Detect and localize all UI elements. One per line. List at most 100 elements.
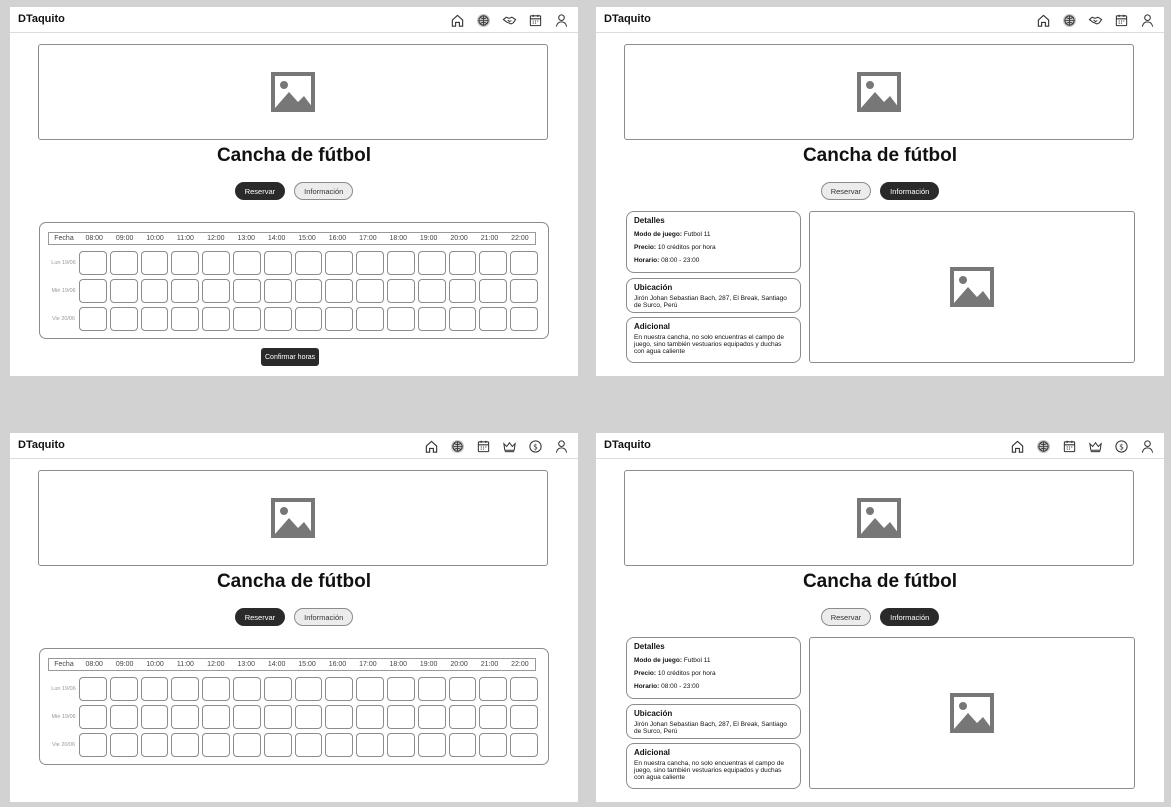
- time-slot[interactable]: [171, 732, 200, 757]
- time-slot[interactable]: [325, 250, 354, 275]
- time-slot[interactable]: [79, 250, 107, 275]
- time-slot[interactable]: [479, 278, 508, 303]
- time-slot[interactable]: [479, 306, 508, 331]
- time-slot[interactable]: [356, 306, 385, 331]
- time-slot[interactable]: [448, 278, 477, 303]
- time-slot[interactable]: [233, 676, 261, 701]
- brand-logo[interactable]: DTaquito: [604, 13, 651, 25]
- time-slot[interactable]: [79, 676, 107, 701]
- home-icon[interactable]: [1008, 437, 1026, 455]
- tab-informacion[interactable]: Información: [880, 182, 940, 200]
- tab-reservar[interactable]: Reservar: [820, 608, 872, 626]
- time-slot[interactable]: [356, 250, 385, 275]
- time-slot[interactable]: [417, 676, 446, 701]
- time-slot[interactable]: [325, 704, 354, 729]
- time-slot[interactable]: [387, 732, 415, 757]
- time-slot[interactable]: [109, 278, 138, 303]
- time-slot[interactable]: [356, 732, 385, 757]
- time-slot[interactable]: [202, 676, 231, 701]
- time-slot[interactable]: [233, 732, 261, 757]
- handshake-icon[interactable]: [1086, 11, 1104, 29]
- home-icon[interactable]: [448, 11, 466, 29]
- time-slot[interactable]: [109, 676, 138, 701]
- time-slot[interactable]: [263, 732, 292, 757]
- time-slot[interactable]: [109, 250, 138, 275]
- time-slot[interactable]: [202, 306, 231, 331]
- user-icon[interactable]: [552, 437, 570, 455]
- tab-informacion[interactable]: Información: [294, 608, 354, 626]
- time-slot[interactable]: [171, 250, 200, 275]
- time-slot[interactable]: [294, 250, 323, 275]
- time-slot[interactable]: [417, 704, 446, 729]
- time-slot[interactable]: [510, 676, 538, 701]
- tab-reservar[interactable]: Reservar: [820, 182, 872, 200]
- time-slot[interactable]: [325, 676, 354, 701]
- time-slot[interactable]: [510, 732, 538, 757]
- brand-logo[interactable]: DTaquito: [18, 439, 65, 451]
- time-slot[interactable]: [325, 732, 354, 757]
- time-slot[interactable]: [202, 732, 231, 757]
- calendar-icon[interactable]: [474, 437, 492, 455]
- ball-icon[interactable]: [1060, 11, 1078, 29]
- time-slot[interactable]: [479, 676, 508, 701]
- calendar-icon[interactable]: [1060, 437, 1078, 455]
- time-slot[interactable]: [417, 278, 446, 303]
- time-slot[interactable]: [202, 278, 231, 303]
- handshake-icon[interactable]: [500, 11, 518, 29]
- time-slot[interactable]: [325, 278, 354, 303]
- time-slot[interactable]: [233, 306, 261, 331]
- time-slot[interactable]: [79, 306, 107, 331]
- tab-informacion[interactable]: Información: [294, 182, 354, 200]
- home-icon[interactable]: [422, 437, 440, 455]
- time-slot[interactable]: [140, 250, 169, 275]
- tab-informacion[interactable]: Información: [880, 608, 940, 626]
- time-slot[interactable]: [171, 278, 200, 303]
- time-slot[interactable]: [510, 278, 538, 303]
- crown-icon[interactable]: [1086, 437, 1104, 455]
- time-slot[interactable]: [202, 704, 231, 729]
- coin-icon[interactable]: $: [526, 437, 544, 455]
- time-slot[interactable]: [387, 306, 415, 331]
- time-slot[interactable]: [263, 278, 292, 303]
- time-slot[interactable]: [356, 278, 385, 303]
- time-slot[interactable]: [510, 250, 538, 275]
- time-slot[interactable]: [448, 250, 477, 275]
- time-slot[interactable]: [140, 704, 169, 729]
- confirm-hours-button[interactable]: Confirmar horas: [261, 348, 320, 366]
- time-slot[interactable]: [202, 250, 231, 275]
- time-slot[interactable]: [79, 704, 107, 729]
- time-slot[interactable]: [417, 306, 446, 331]
- time-slot[interactable]: [448, 704, 477, 729]
- brand-logo[interactable]: DTaquito: [18, 13, 65, 25]
- ball-icon[interactable]: [448, 437, 466, 455]
- calendar-icon[interactable]: [526, 11, 544, 29]
- time-slot[interactable]: [417, 732, 446, 757]
- time-slot[interactable]: [263, 250, 292, 275]
- time-slot[interactable]: [387, 250, 415, 275]
- tab-reservar[interactable]: Reservar: [234, 182, 286, 200]
- time-slot[interactable]: [140, 306, 169, 331]
- time-slot[interactable]: [233, 704, 261, 729]
- user-icon[interactable]: [1138, 11, 1156, 29]
- tab-reservar[interactable]: Reservar: [234, 608, 286, 626]
- time-slot[interactable]: [356, 704, 385, 729]
- user-icon[interactable]: [552, 11, 570, 29]
- ball-icon[interactable]: [474, 11, 492, 29]
- time-slot[interactable]: [171, 676, 200, 701]
- home-icon[interactable]: [1034, 11, 1052, 29]
- time-slot[interactable]: [294, 278, 323, 303]
- time-slot[interactable]: [294, 306, 323, 331]
- time-slot[interactable]: [109, 732, 138, 757]
- user-icon[interactable]: [1138, 437, 1156, 455]
- time-slot[interactable]: [140, 732, 169, 757]
- time-slot[interactable]: [510, 704, 538, 729]
- time-slot[interactable]: [448, 306, 477, 331]
- time-slot[interactable]: [294, 704, 323, 729]
- time-slot[interactable]: [417, 250, 446, 275]
- time-slot[interactable]: [510, 306, 538, 331]
- time-slot[interactable]: [387, 278, 415, 303]
- calendar-icon[interactable]: [1112, 11, 1130, 29]
- time-slot[interactable]: [140, 676, 169, 701]
- brand-logo[interactable]: DTaquito: [604, 439, 651, 451]
- time-slot[interactable]: [263, 704, 292, 729]
